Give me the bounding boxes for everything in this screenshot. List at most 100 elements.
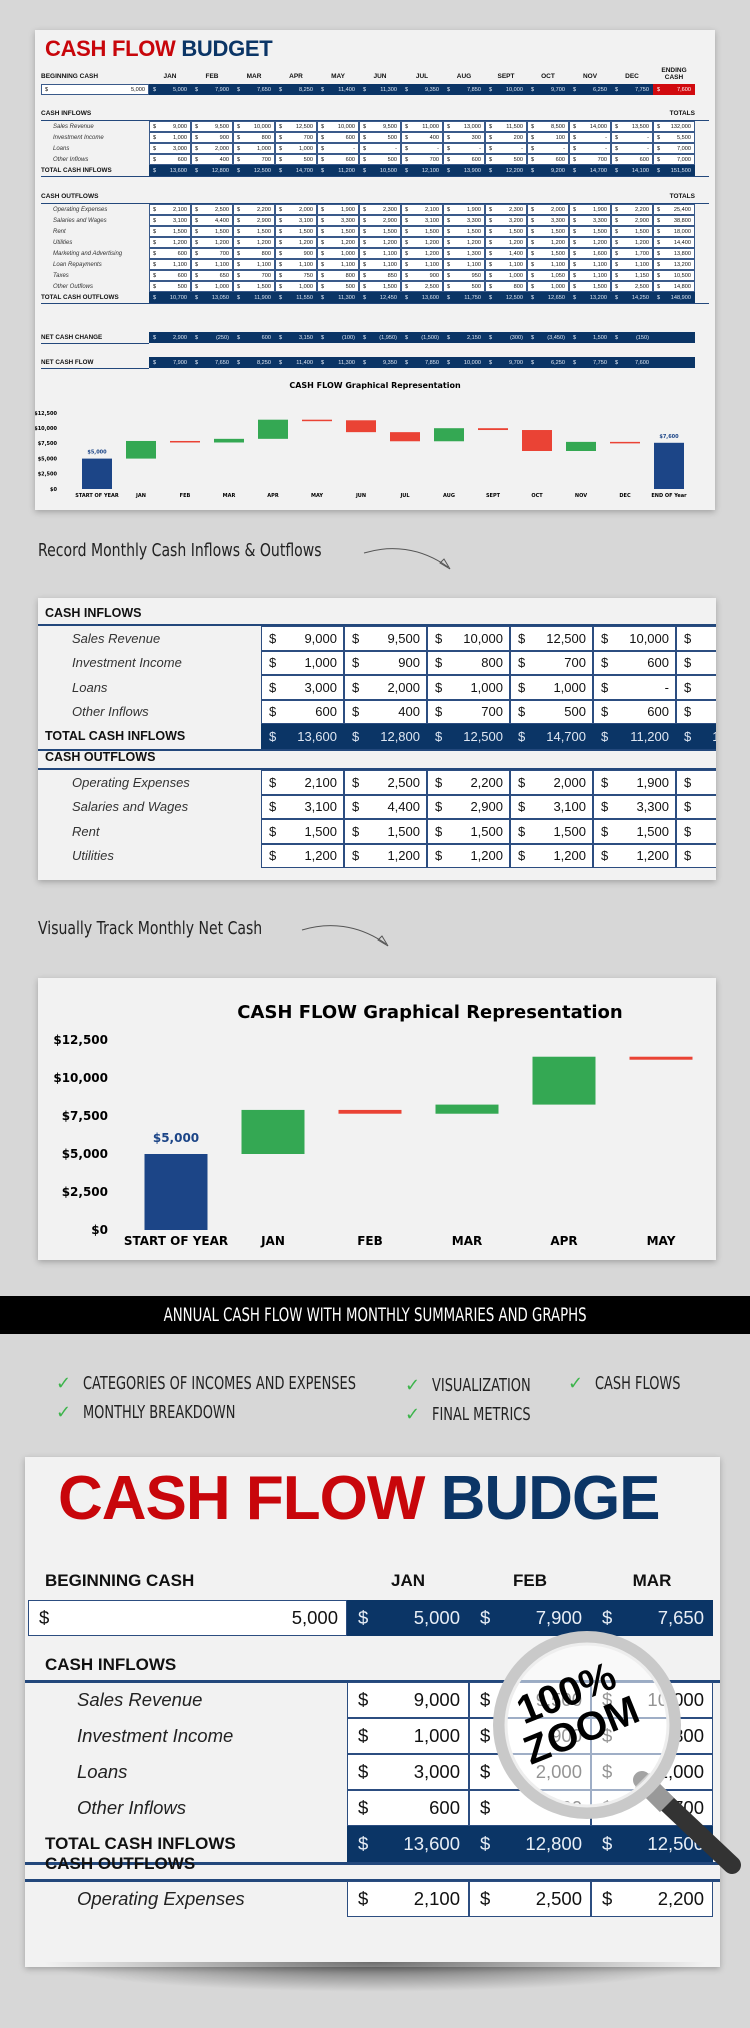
value-cell: $12,500: [510, 626, 593, 651]
amount: 3,000: [304, 679, 337, 695]
currency-symbol: $: [531, 86, 535, 93]
value-cell: $2,500: [611, 281, 653, 292]
table-row: Salaries and Wages $3,100 $4,400 $2,900 $3,1…: [41, 215, 695, 226]
currency-symbol: $: [153, 145, 157, 152]
cash-inflows-total-row: TOTAL CASH INFLOWS $13,600 $12,800 $12,500 $…: [41, 165, 695, 176]
bar-feb: [338, 1109, 402, 1114]
currency-symbol: $: [657, 217, 661, 224]
value-cell: $7,600: [611, 357, 653, 368]
x-tick-label: MAY: [647, 1234, 676, 1248]
value-cell: $13,500: [611, 121, 653, 132]
amount: 600: [177, 272, 187, 279]
amount: 1,000: [470, 679, 503, 695]
value-cell: $12,500: [485, 292, 527, 303]
amount: 5,000: [413, 1607, 460, 1628]
amount: 11,300: [338, 359, 355, 366]
total-label: TOTAL CASH INFLOWS: [41, 167, 112, 174]
amount: 11,500: [506, 123, 523, 130]
currency-symbol: $: [405, 167, 409, 174]
value-cell: $850: [359, 270, 401, 281]
amount: 1,500: [304, 823, 337, 839]
value-cell: $300: [443, 132, 485, 143]
beginning-cash-input[interactable]: $5,000: [28, 1600, 347, 1636]
amount: 1,100: [173, 261, 187, 268]
magnifier-icon: 100% ZOOM: [492, 1630, 741, 1874]
amount: (300): [509, 334, 523, 341]
value-cell: $1,500: [359, 281, 401, 292]
currency-symbol: $: [435, 728, 443, 744]
currency-symbol: $: [657, 250, 661, 257]
amount: 700: [303, 134, 313, 141]
currency-symbol: $: [321, 250, 325, 257]
value-cell: $2,500: [191, 204, 233, 215]
amount: 2,200: [257, 206, 271, 213]
feature-item: ✓ VISUALIZATION: [405, 1375, 531, 1396]
value-cell: $1,100: [527, 259, 569, 270]
currency-symbol: $: [363, 167, 367, 174]
x-tick-label: MAR: [223, 493, 236, 499]
amount: 7,650: [657, 1607, 704, 1628]
amount: 600: [345, 134, 355, 141]
currency-symbol: $: [153, 123, 157, 130]
amount: 9,000: [413, 1689, 460, 1710]
value-cell: $12,500: [427, 724, 510, 749]
currency-symbol: $: [279, 156, 283, 163]
bar-start: [144, 1154, 208, 1230]
value-cell: $ (1,500): [401, 332, 443, 343]
currency-symbol: $: [352, 728, 360, 744]
amount: 2,900: [470, 799, 503, 815]
amount: 6,250: [551, 359, 565, 366]
currency-symbol: $: [531, 359, 535, 366]
currency-symbol: $: [615, 206, 619, 213]
value-cell: $1,200: [427, 843, 510, 868]
currency-symbol: $: [615, 228, 619, 235]
value-cell: $1,200: [569, 237, 611, 248]
currency-symbol: $: [153, 283, 157, 290]
currency-symbol: $: [657, 156, 661, 163]
amount: 25,400: [673, 206, 691, 213]
amount: 1,900: [341, 206, 355, 213]
amount: 13,800: [673, 250, 691, 257]
row-label: Operating Expenses: [72, 774, 190, 790]
value-cell: $1,000: [317, 248, 359, 259]
currency-symbol: $: [573, 334, 577, 341]
amount: 1,200: [425, 239, 439, 246]
amount: -: [521, 145, 523, 152]
value-cell: $1,100: [401, 259, 443, 270]
currency-symbol: $: [447, 228, 451, 235]
value-cell: $1,200: [401, 237, 443, 248]
amount: 1,500: [467, 228, 481, 235]
x-tick-label: APR: [550, 1234, 577, 1248]
value-cell: $11,750: [443, 292, 485, 303]
amount: 18,000: [673, 228, 691, 235]
value-cell: $12,450: [359, 292, 401, 303]
x-tick-label: OCT: [531, 493, 543, 499]
value-cell: $1,150: [611, 270, 653, 281]
amount: (1,500): [421, 334, 439, 341]
row-total: $10,500: [653, 270, 695, 281]
currency-symbol: $: [237, 167, 241, 174]
month-header: JUN: [373, 73, 387, 80]
value-cell: $3,300: [443, 215, 485, 226]
value-cell: $13,600: [261, 724, 344, 749]
bar-jun: [346, 420, 376, 433]
bar-may: [302, 419, 332, 422]
check-icon: ✓: [405, 1375, 421, 1396]
amount: 6,250: [593, 86, 607, 93]
amount: 3,100: [553, 799, 586, 815]
currency-symbol: $: [480, 1797, 491, 1818]
currency-symbol: $: [657, 261, 661, 268]
beginning-cash-input[interactable]: $5,000: [41, 84, 149, 95]
x-tick-label: SEPT: [486, 493, 501, 499]
value-cell: $11,500: [485, 121, 527, 132]
value-cell: $1,200: [676, 843, 716, 868]
value-cell: $700: [191, 248, 233, 259]
currency-symbol: $: [480, 1725, 491, 1746]
amount: 12,500: [295, 123, 313, 130]
bar-feb: [170, 440, 200, 443]
value-cell: $ (100): [317, 332, 359, 343]
bar-apr: [532, 1056, 596, 1105]
currency-symbol: $: [573, 206, 577, 213]
amount: 700: [261, 272, 271, 279]
amount: 14,000: [589, 123, 607, 130]
